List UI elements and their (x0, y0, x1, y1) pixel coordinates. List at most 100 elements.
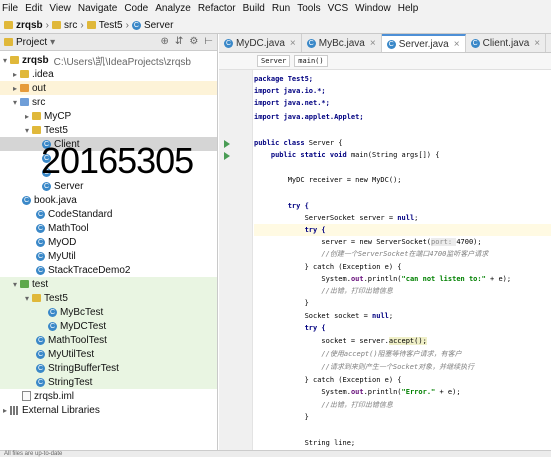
code-line: ServerSocket server = null; (254, 214, 419, 222)
class-icon: C (36, 251, 45, 261)
code-editor[interactable]: package Test5; import java.io.*; import … (254, 70, 551, 450)
tab-mydc[interactable]: C MyDC.java × (219, 34, 302, 52)
tree-root[interactable]: ▾ zrqsb C:\Users\凯\IdeaProjects\zrqsb (0, 53, 217, 68)
nav-class[interactable]: C Server (131, 20, 173, 31)
chevron-right-icon[interactable]: ▸ (0, 406, 10, 415)
tree-item-out[interactable]: ▸ out (0, 81, 217, 95)
folder-icon (10, 56, 19, 64)
close-icon[interactable]: × (370, 38, 376, 49)
gear-icon[interactable]: ⚙ (189, 36, 198, 47)
menu-analyze[interactable]: Analyze (155, 3, 191, 14)
run-icon[interactable] (224, 140, 230, 148)
close-icon[interactable]: × (534, 38, 540, 49)
tree-item-test[interactable]: ▾ test (0, 277, 217, 291)
tree-item-mathtool[interactable]: C MathTool (0, 221, 217, 235)
close-icon[interactable]: × (454, 39, 460, 50)
chevron-right-icon[interactable]: ▸ (10, 70, 20, 79)
class-icon: C (36, 237, 45, 247)
folder-icon (52, 21, 62, 29)
package-icon (32, 126, 41, 134)
menu-window[interactable]: Window (355, 3, 391, 14)
tab-mybc[interactable]: C MyBc.java × (302, 34, 382, 52)
tree-item-src[interactable]: ▾ src (0, 95, 217, 109)
project-panel-header: Project ▾ ⊕ ⇵ ⚙ ⊢ (0, 34, 217, 51)
code-line: //使用accept()阻塞等待客户请求，有客户 (254, 350, 462, 358)
code-line: server = new ServerSocket(port: 4700); (254, 238, 482, 246)
code-line: public class Server { (254, 139, 343, 147)
menu-code[interactable]: Code (124, 3, 148, 14)
tree-item-idea[interactable]: ▸ .idea (0, 67, 217, 81)
tree-item-book[interactable]: Cbook.java (0, 193, 217, 207)
menu-tools[interactable]: Tools (297, 3, 320, 14)
project-panel-title[interactable]: Project (16, 37, 47, 48)
tree-item-stringbuffertest[interactable]: C StringBufferTest (0, 361, 217, 375)
tree-item-stacktracedemo2[interactable]: C StackTraceDemo2 (0, 263, 217, 277)
tree-item-mathtooltest[interactable]: C MathToolTest (0, 333, 217, 347)
hide-icon[interactable]: ⊢ (204, 36, 213, 47)
tree-item-mydctest[interactable]: C MyDCTest (0, 319, 217, 333)
library-icon (10, 405, 19, 415)
code-line: try { (254, 324, 326, 332)
collapse-icon[interactable]: ⇵ (175, 36, 183, 47)
tree-item-stringtest[interactable]: C StringTest (0, 375, 217, 389)
breadcrumb-class[interactable]: Server (257, 55, 291, 67)
menu-edit[interactable]: Edit (25, 3, 42, 14)
folder-icon (20, 70, 29, 78)
chevron-down-icon[interactable]: ▾ (10, 98, 20, 107)
class-icon: C (36, 209, 45, 219)
chevron-right-icon[interactable]: ▸ (10, 84, 20, 93)
class-icon: C (36, 335, 45, 345)
tree-item-myutil[interactable]: C MyUtil (0, 249, 217, 263)
code-line: //出错，打印出错信息 (254, 401, 393, 409)
chevron-right-icon: › (80, 19, 84, 31)
tab-client[interactable]: C Client.java × (466, 34, 547, 52)
menu-refactor[interactable]: Refactor (198, 3, 236, 14)
menu-file[interactable]: File (2, 3, 18, 14)
menu-navigate[interactable]: Navigate (78, 3, 117, 14)
globe-icon[interactable]: ⊕ (161, 36, 169, 47)
tab-server[interactable]: C Server.java × (381, 34, 466, 52)
nav-folder[interactable]: src (52, 20, 77, 31)
nav-project[interactable]: zrqsb (4, 20, 43, 31)
chevron-right-icon[interactable]: ▸ (22, 112, 32, 121)
menu-help[interactable]: Help (398, 3, 419, 14)
chevron-down-icon[interactable]: ▾ (22, 126, 32, 135)
chevron-down-icon[interactable]: ▾ (10, 280, 20, 289)
tree-item-mybctest[interactable]: C MyBcTest (0, 305, 217, 319)
tree-item-iml[interactable]: zrqsb.iml (0, 389, 217, 403)
tree-item-myod[interactable]: C MyOD (0, 235, 217, 249)
tree-item-mycp[interactable]: ▸ MyCP (0, 109, 217, 123)
code-line: package Test5; (254, 75, 314, 83)
code-line: socket = server.accept(); (254, 337, 427, 345)
run-icon[interactable] (224, 152, 230, 160)
chevron-right-icon: › (45, 19, 50, 31)
tree-item-external-libraries[interactable]: ▸ External Libraries (0, 403, 217, 417)
class-icon: C (306, 38, 316, 48)
tree-item-test-test5[interactable]: ▾ Test5 (0, 291, 217, 305)
menu-vcs[interactable]: VCS (328, 3, 349, 14)
folder-icon (20, 84, 29, 92)
nav-package[interactable]: Test5 (86, 20, 123, 31)
code-line: import java.io.*; (254, 87, 326, 95)
close-icon[interactable]: × (290, 38, 296, 49)
class-icon: C (386, 39, 396, 49)
code-line: //创建一个ServerSocket在端口4700监听客户请求 (254, 250, 489, 258)
editor-gutter (219, 70, 253, 450)
menu-build[interactable]: Build (243, 3, 265, 14)
menu-view[interactable]: View (49, 3, 71, 14)
chevron-down-icon[interactable]: ▾ (50, 37, 55, 48)
tree-item-server[interactable]: C Server (0, 179, 217, 193)
tree-item-codestandard[interactable]: C CodeStandard (0, 207, 217, 221)
tree-item-myutiltest[interactable]: C MyUtilTest (0, 347, 217, 361)
code-breadcrumb: Server main() (219, 53, 551, 70)
panel-toolbar: ⊕ ⇵ ⚙ ⊢ (161, 36, 213, 47)
menu-run[interactable]: Run (272, 3, 290, 14)
chevron-down-icon[interactable]: ▾ (22, 294, 32, 303)
chevron-down-icon[interactable]: ▾ (0, 56, 10, 65)
breadcrumb-method[interactable]: main() (294, 55, 328, 67)
tree-item-test5[interactable]: ▾ Test5 (0, 123, 217, 137)
class-icon: C (470, 38, 480, 48)
project-icon (4, 38, 13, 46)
code-line: } (254, 413, 309, 421)
status-text: All files are up-to-date (4, 451, 63, 457)
